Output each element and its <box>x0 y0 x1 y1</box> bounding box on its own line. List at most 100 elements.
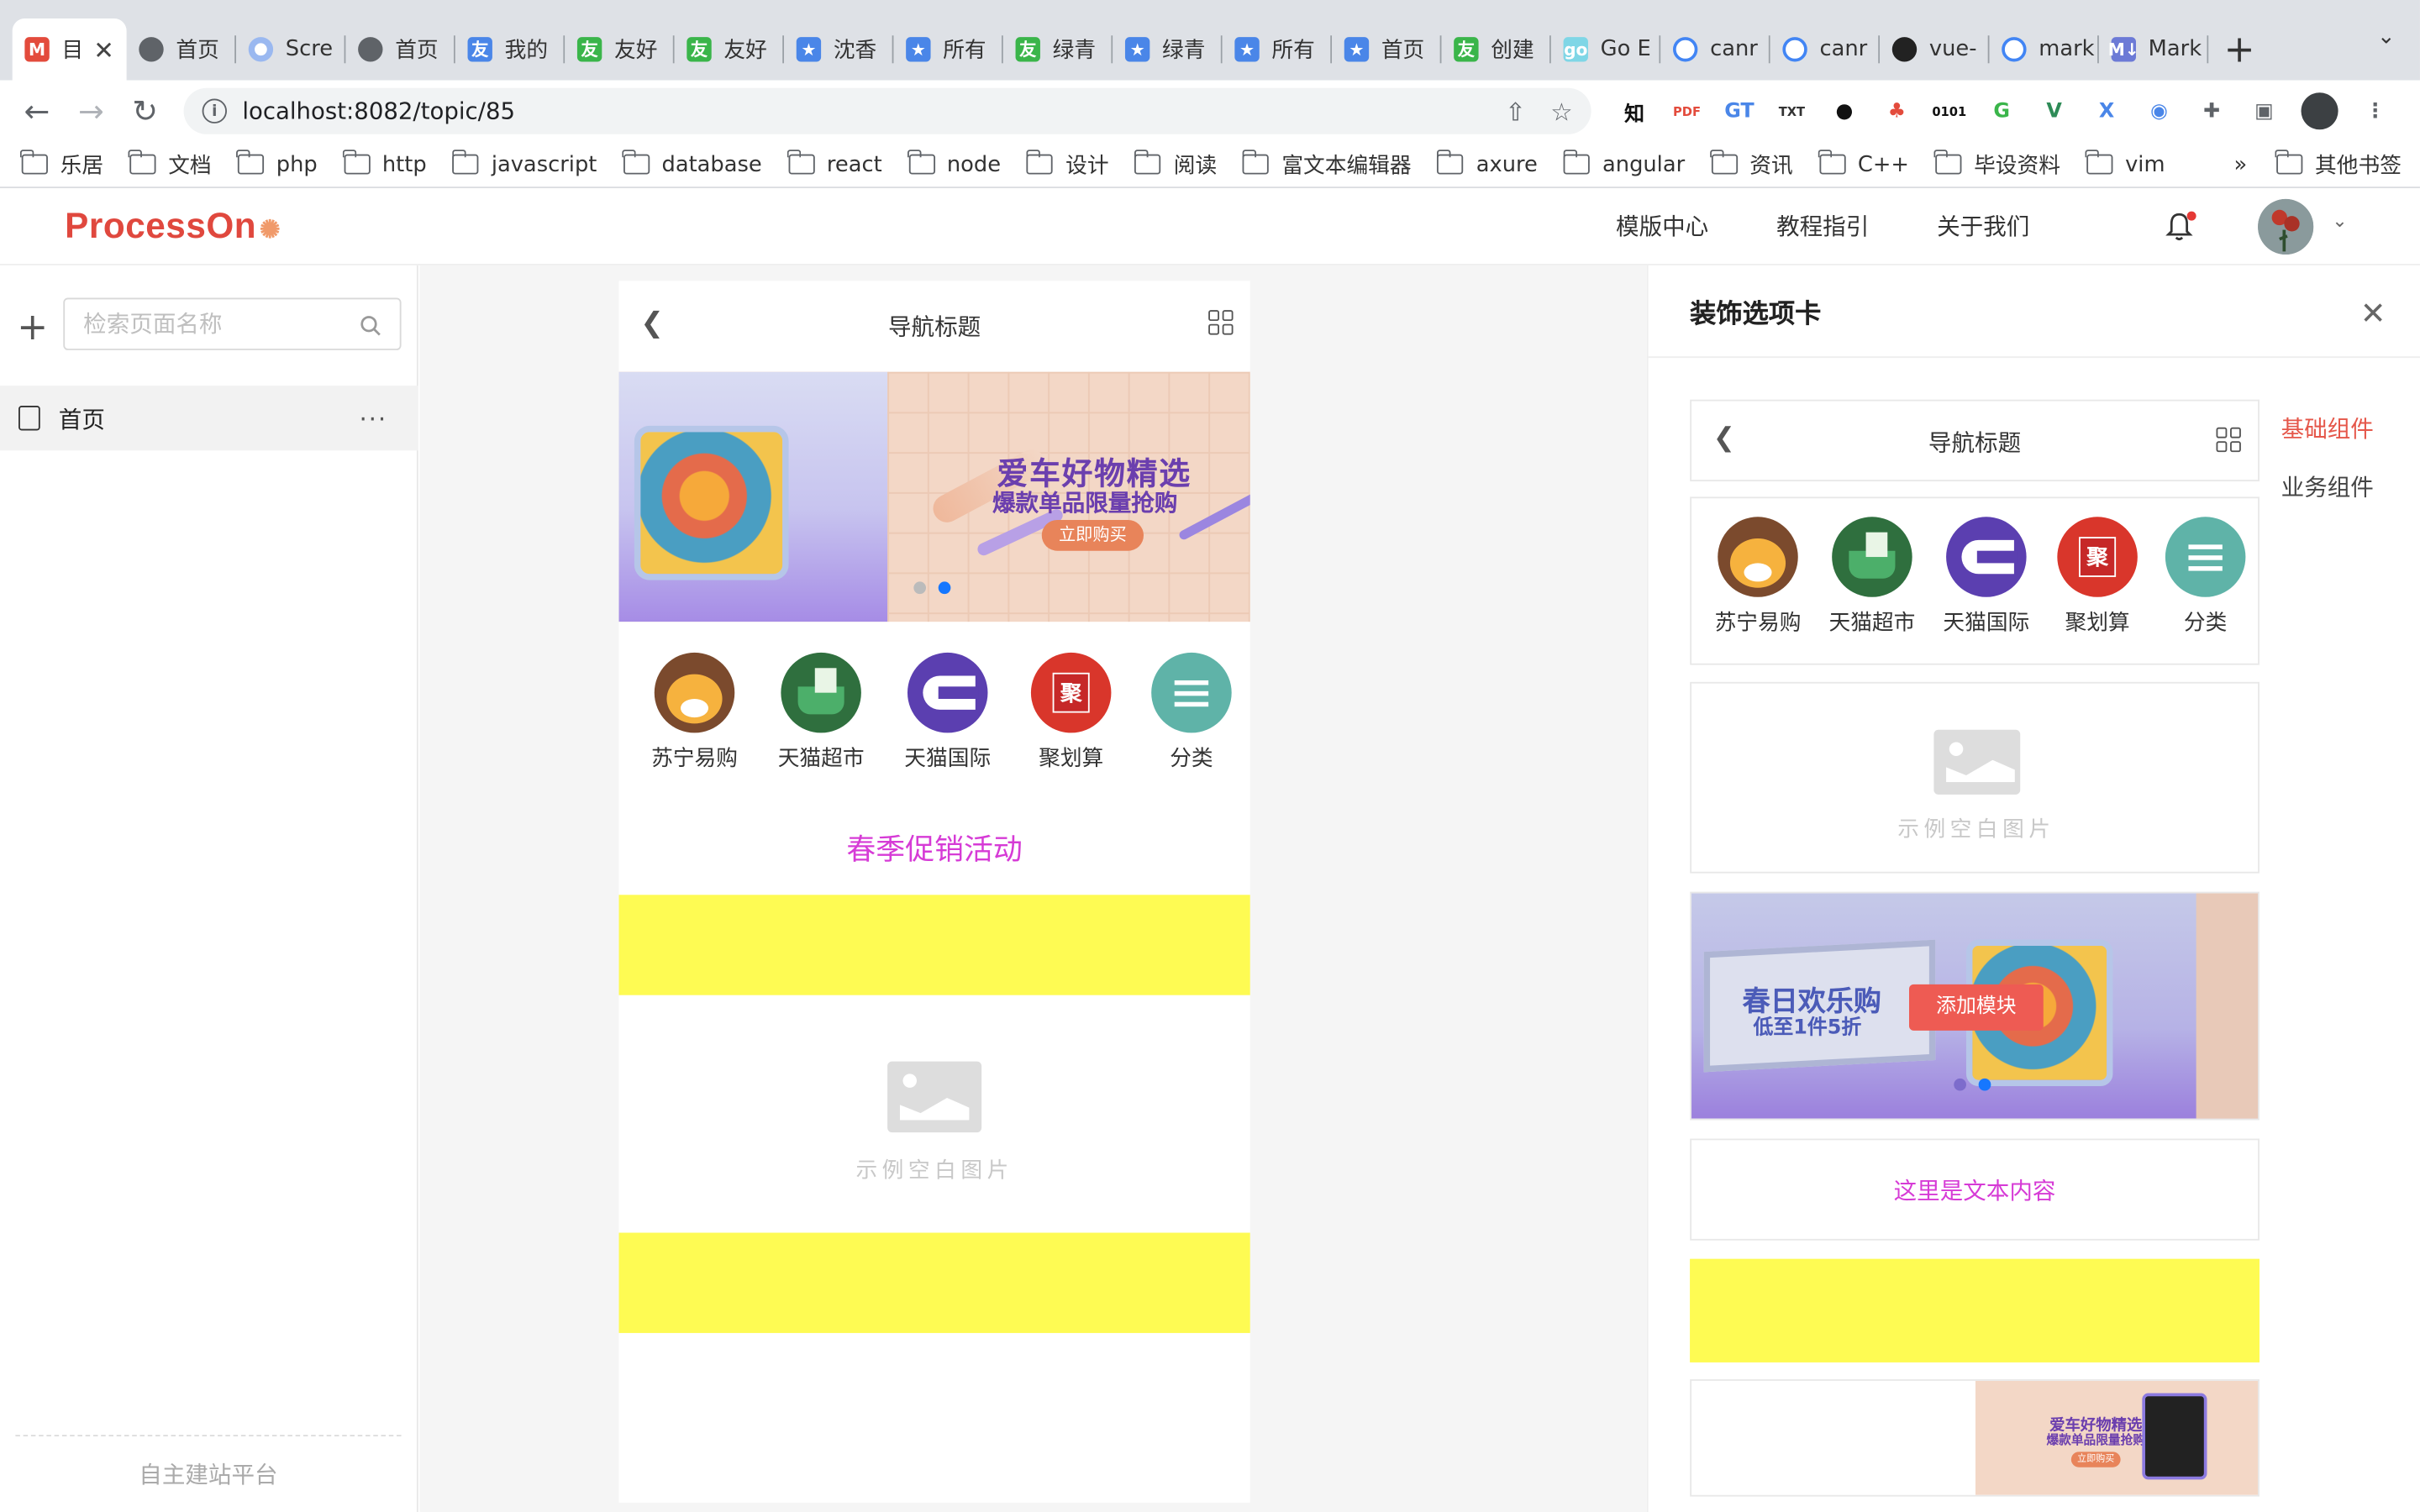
extension-icon[interactable]: ● <box>1828 96 1860 127</box>
extension-icon[interactable]: 0101 <box>1932 96 1966 127</box>
icon-nav-item[interactable]: 天猫超市 <box>1828 517 1915 637</box>
bookmark-folder[interactable]: 资讯 <box>1710 149 1793 180</box>
share-icon[interactable]: ⇧ <box>1505 97 1526 126</box>
bookmark-folder[interactable]: 设计 <box>1026 149 1109 180</box>
extension-icon[interactable]: V <box>2039 96 2070 127</box>
browser-tab[interactable]: ★ 所有 <box>1223 18 1333 80</box>
close-tab-icon[interactable]: ✕ <box>93 34 114 64</box>
browser-tab[interactable]: 友友好 <box>675 18 785 80</box>
browser-tab[interactable]: 友友好 <box>565 18 675 80</box>
carousel-banner[interactable]: 爱车好物精选 爆款单品限量抢购 立即购买 <box>618 371 1250 622</box>
add-module-button[interactable]: 添加模块 <box>1908 984 2044 1031</box>
bookmark-folder[interactable]: react <box>786 150 882 176</box>
bookmark-folder[interactable]: 文档 <box>129 149 212 180</box>
extension-icon[interactable]: PDF <box>1671 96 1702 127</box>
icon-nav-item[interactable]: 分类 <box>1151 652 1232 773</box>
browser-tab[interactable]: ★ 所有 <box>893 18 1003 80</box>
notification-bell-icon[interactable] <box>2165 211 2196 243</box>
extension-icon[interactable]: G <box>1986 96 2018 127</box>
browser-tab[interactable]: vue- <box>1880 18 1990 80</box>
banner-buy-button[interactable]: 立即购买 <box>1041 519 1144 551</box>
forward-icon[interactable]: → <box>66 87 116 136</box>
page-search-box[interactable] <box>63 297 402 350</box>
grid-icon[interactable] <box>1208 310 1234 336</box>
browser-tab[interactable]: mark <box>1990 18 2099 80</box>
bookmark-folder[interactable]: 富文本编辑器 <box>1242 149 1412 180</box>
icon-nav-item[interactable]: 苏宁易购 <box>651 652 738 773</box>
page-item-home[interactable]: 首页 ··· <box>0 386 418 451</box>
icon-nav-item[interactable]: 聚聚划算 <box>2057 517 2138 637</box>
component-card-image[interactable]: 示例空白图片 <box>1690 681 2260 874</box>
page-search-input[interactable] <box>83 310 346 339</box>
reload-icon[interactable]: ↻ <box>120 87 170 136</box>
browser-menu-icon[interactable]: ⋮ <box>2360 96 2391 127</box>
bookmark-folder[interactable]: C++ <box>1818 150 1909 176</box>
browser-tab[interactable]: 友绿青 <box>1003 18 1113 80</box>
bookmark-folder[interactable]: javascript <box>451 150 597 176</box>
browser-tab[interactable]: 友我的 <box>455 18 566 80</box>
promo-text[interactable]: 春季促销活动 <box>619 827 1250 869</box>
tab-basic-components[interactable]: 基础组件 <box>2281 412 2374 444</box>
search-icon[interactable] <box>360 313 381 336</box>
nav-tutorial[interactable]: 教程指引 <box>1776 210 1869 243</box>
icon-nav-item[interactable]: 天猫国际 <box>1943 517 2029 637</box>
browser-tab[interactable]: go Go E <box>1551 18 1661 80</box>
bookmarks-overflow-button[interactable]: » <box>2233 152 2247 176</box>
icon-nav-item[interactable]: 苏宁易购 <box>1715 517 1801 637</box>
bookmark-folder[interactable]: vim <box>2086 150 2165 176</box>
other-bookmarks-folder[interactable]: 其他书签 <box>2275 149 2402 180</box>
new-tab-button[interactable]: + <box>2208 18 2270 80</box>
browser-tab[interactable]: ★ 沈香 <box>784 18 894 80</box>
tab-search-icon[interactable]: ⌄ <box>2377 24 2396 49</box>
browser-tab[interactable]: 友创建 <box>1441 18 1551 80</box>
component-card-mini-banner[interactable]: 爱车好物精选 爆款单品限量抢购 立即购买 <box>1690 1379 2260 1497</box>
bookmark-folder[interactable]: php <box>236 150 318 176</box>
browser-tab[interactable]: M↓ Mark <box>2099 18 2209 80</box>
browser-tab[interactable]: ★ 首页 <box>1332 18 1442 80</box>
image-placeholder[interactable]: 示例空白图片 <box>619 1061 1250 1185</box>
carousel-dot-active[interactable] <box>938 581 951 595</box>
bookmark-folder[interactable]: angular <box>1562 150 1685 176</box>
browser-tab[interactable]: 首页 <box>345 18 455 80</box>
icon-nav-item[interactable]: 聚聚划算 <box>1030 652 1112 773</box>
browser-tab[interactable]: 首页 <box>127 18 237 80</box>
component-card-icons[interactable]: 苏宁易购 天猫超市 天猫国际聚聚划算 分类 <box>1690 496 2260 665</box>
browser-tab[interactable]: canr <box>1660 18 1770 80</box>
icon-nav-item[interactable]: 天猫国际 <box>904 652 991 773</box>
side-panel-icon[interactable]: ▣ <box>2249 96 2280 127</box>
logo[interactable]: ProcessOn ✺ <box>65 205 281 247</box>
bookmark-folder[interactable]: axure <box>1436 150 1538 176</box>
extension-icon[interactable]: ◉ <box>2144 96 2175 127</box>
component-card-color-block[interactable] <box>1690 1258 2260 1362</box>
phone-nav-bar[interactable]: ❮ 导航标题 <box>619 281 1250 370</box>
component-card-banner[interactable]: 春日欢乐购 低至1件5折 添加模块 <box>1690 891 2260 1121</box>
bookmark-folder[interactable]: http <box>342 150 427 176</box>
nav-about[interactable]: 关于我们 <box>1937 210 2029 243</box>
icon-nav-item[interactable]: 分类 <box>2165 517 2246 637</box>
color-block[interactable] <box>618 1232 1250 1333</box>
extension-icon[interactable]: X <box>2091 96 2123 127</box>
close-icon[interactable]: ✕ <box>2360 295 2386 332</box>
address-bar[interactable]: i localhost:8082/topic/85 ⇧ ☆ <box>183 87 1591 134</box>
browser-tab[interactable]: canr <box>1770 18 1881 80</box>
carousel-dot[interactable] <box>913 581 927 595</box>
bookmark-star-icon[interactable]: ☆ <box>1550 97 1572 126</box>
tab-business-components[interactable]: 业务组件 <box>2281 470 2374 503</box>
extension-icon[interactable]: GT <box>1724 96 1755 127</box>
browser-tab[interactable]: Scre <box>236 18 346 80</box>
url-text[interactable]: localhost:8082/topic/85 <box>242 97 515 125</box>
carousel-dots[interactable] <box>913 581 951 595</box>
more-options-icon[interactable]: ··· <box>359 403 387 433</box>
extension-icon[interactable]: ♣ <box>1881 96 1912 127</box>
site-info-icon[interactable]: i <box>202 98 227 123</box>
browser-tab[interactable]: M 目 ✕ <box>12 18 127 81</box>
chevron-left-icon[interactable]: ❮ <box>640 307 664 340</box>
browser-tab[interactable]: ★ 绿青 <box>1113 18 1223 80</box>
component-card-nav[interactable]: ❮ 导航标题 <box>1690 399 2260 482</box>
extension-icon[interactable]: 知 <box>1619 96 1650 127</box>
bookmark-folder[interactable]: database <box>622 150 762 176</box>
nav-template-center[interactable]: 模版中心 <box>1616 210 1708 243</box>
bookmark-folder[interactable]: 乐居 <box>20 149 103 180</box>
extension-icon[interactable]: TXT <box>1776 96 1807 127</box>
bookmark-folder[interactable]: node <box>907 150 1001 176</box>
